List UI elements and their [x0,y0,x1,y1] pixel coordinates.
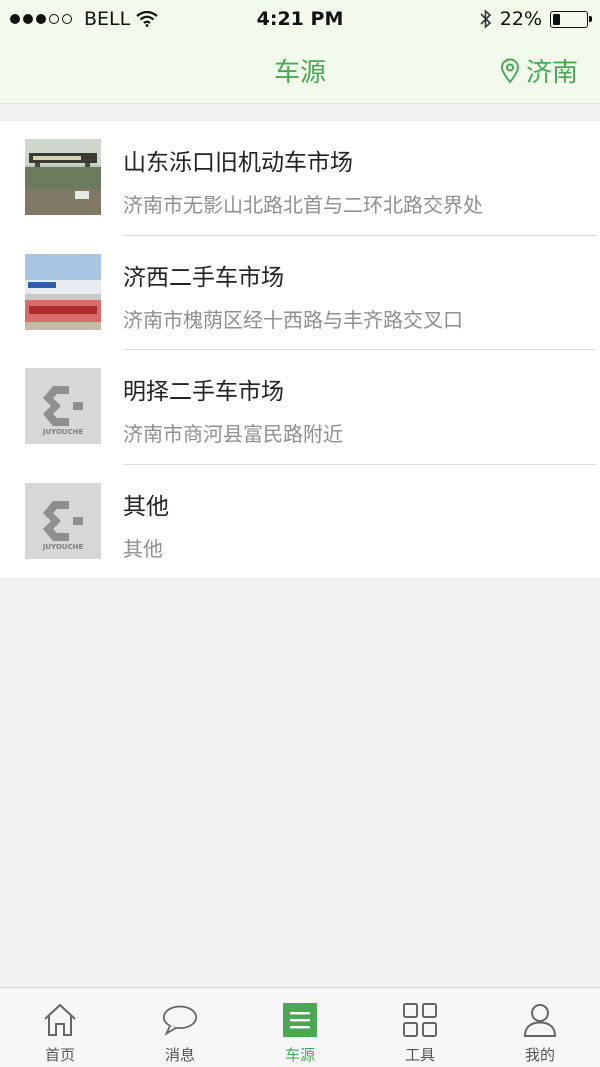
placeholder-logo-icon: JUYOUCHE [25,368,101,444]
tab-label: 我的 [524,1046,555,1064]
tab-label: 消息 [164,1046,195,1064]
tab-home[interactable]: 首页 [0,988,120,1067]
status-bar: BELL 4:21 PM 22% [0,0,600,40]
tab-tools[interactable]: 工具 [360,988,480,1067]
list-icon [283,1003,317,1037]
chat-bubble-icon [162,1005,198,1036]
market-address: 济南市无影山北路北首与二环北路交界处 [123,193,483,217]
market-address: 其他 [123,536,163,561]
list-item[interactable]: 济西二手车市场 济南市槐荫区经十西路与丰齐路交叉口 [0,236,600,350]
tab-bar: 首页 消息 车源 工具 我的 [0,987,600,1067]
app-header: BELL 4:21 PM 22% 车源 济南 [0,0,600,104]
market-name: 山东泺口旧机动车市场 [123,150,353,176]
status-right: 22% [480,8,592,30]
market-list: 山东泺口旧机动车市场 济南市无影山北路北首与二环北路交界处 济西二手车市场 济南… [0,121,600,578]
market-thumbnail [25,139,101,215]
tab-label: 工具 [404,1046,435,1064]
market-address: 济南市商河县富民路附近 [123,422,343,446]
tab-label: 车源 [284,1046,315,1064]
market-address: 济南市槐荫区经十西路与丰齐路交叉口 [123,307,463,332]
placeholder-logo-icon: JUYOUCHE [25,482,101,559]
city-selector[interactable]: 济南 [500,52,578,89]
placeholder-logo-text: JUYOUCHE [42,542,84,551]
bluetooth-icon [480,9,491,29]
tab-messages[interactable]: 消息 [120,988,240,1067]
placeholder-logo-text: JUYOUCHE [42,428,84,436]
tab-profile[interactable]: 我的 [480,988,600,1067]
home-icon [44,1003,76,1036]
list-item[interactable]: JUYOUCHE 明择二手车市场 济南市商河县富民路附近 [0,350,600,465]
list-item[interactable]: JUYOUCHE 其他 其他 [0,465,600,580]
market-name: 济西二手车市场 [123,264,284,291]
tab-listings[interactable]: 车源 [240,988,360,1067]
user-icon [523,1004,557,1037]
city-label: 济南 [525,58,578,88]
tab-label: 首页 [44,1046,75,1064]
market-name: 明择二手车市场 [123,379,284,405]
market-thumbnail [25,253,101,330]
location-pin-icon [500,58,519,84]
list-item[interactable]: 山东泺口旧机动车市场 济南市无影山北路北首与二环北路交界处 [0,121,600,236]
battery-icon [550,10,592,28]
battery-percent: 22% [499,8,542,30]
grid-icon [403,1003,437,1037]
market-name: 其他 [123,493,169,520]
